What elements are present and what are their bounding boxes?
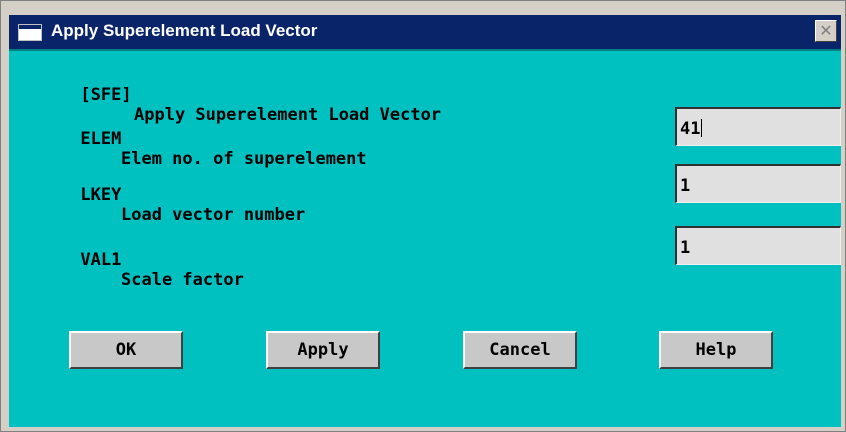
val1-value: 1: [680, 238, 691, 258]
val1-input[interactable]: 1: [675, 226, 841, 265]
dialog-window: Apply Superelement Load Vector ✕ [SFE] A…: [0, 0, 846, 432]
window-title: Apply Superelement Load Vector: [51, 21, 318, 40]
window-icon: [18, 24, 42, 41]
dialog-body: [SFE] Apply Superelement Load Vector ELE…: [9, 49, 841, 427]
command-tag: [SFE]: [80, 85, 132, 105]
title-bar[interactable]: Apply Superelement Load Vector ✕: [9, 15, 841, 49]
val1-label: Scale factor: [121, 270, 244, 290]
command-description: Apply Superelement Load Vector: [134, 105, 442, 125]
lkey-value: 1: [680, 176, 691, 196]
close-button[interactable]: ✕: [815, 20, 837, 42]
close-icon: ✕: [819, 21, 833, 40]
val1-key: VAL1: [80, 250, 122, 270]
lkey-input[interactable]: 1: [675, 164, 841, 203]
lkey-label: Load vector number: [121, 205, 306, 225]
elem-key: ELEM: [80, 129, 122, 149]
val1-row: VAL1 Scale factor: [19, 230, 243, 310]
help-button[interactable]: Help: [659, 331, 773, 369]
text-caret: [701, 119, 703, 137]
elem-value: 41: [680, 119, 701, 139]
cancel-button[interactable]: Cancel: [463, 331, 577, 369]
lkey-key: LKEY: [80, 185, 122, 205]
elem-input[interactable]: 41: [675, 107, 841, 146]
elem-label: Elem no. of superelement: [121, 149, 367, 169]
apply-button[interactable]: Apply: [266, 331, 380, 369]
ok-button[interactable]: OK: [69, 331, 183, 369]
